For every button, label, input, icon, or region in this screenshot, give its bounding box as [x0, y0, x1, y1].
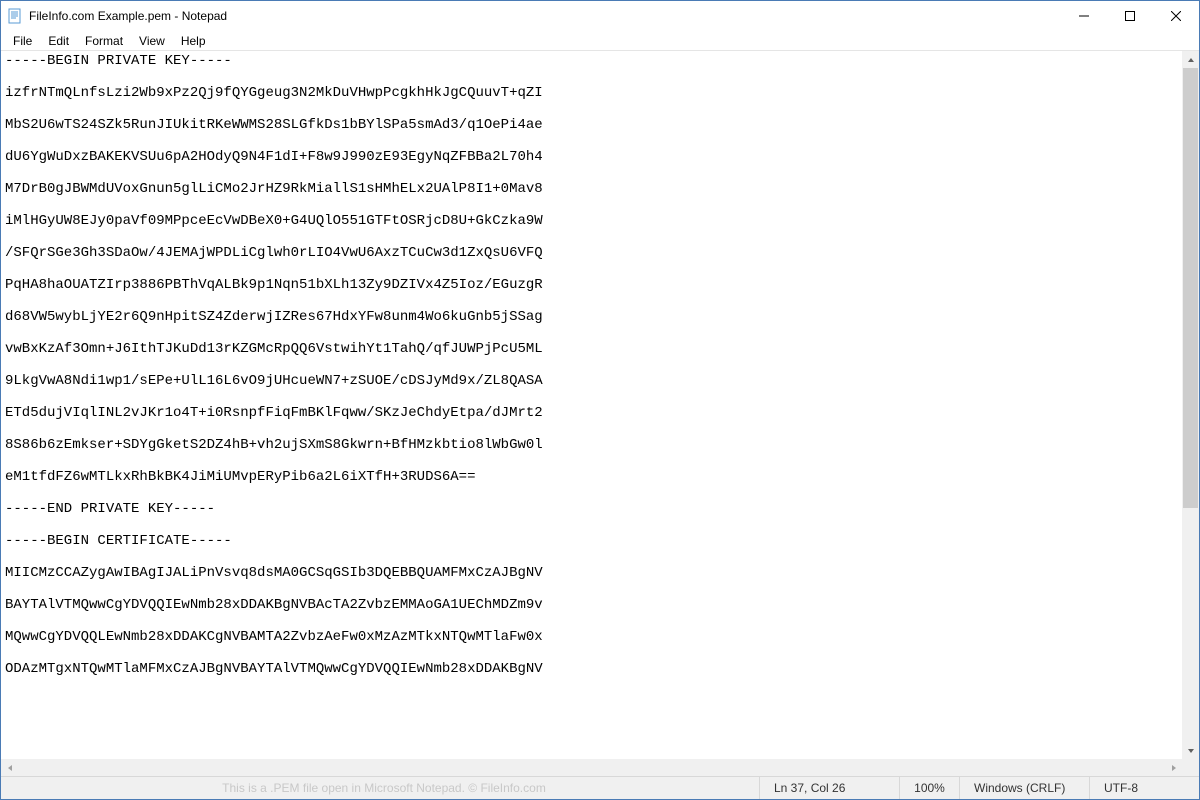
- statusbar: This is a .PEM file open in Microsoft No…: [1, 776, 1199, 799]
- editor-area: -----BEGIN PRIVATE KEY----- izfrNTmQLnfs…: [1, 51, 1199, 776]
- menu-file[interactable]: File: [5, 32, 40, 50]
- vertical-scrollbar[interactable]: [1182, 51, 1199, 759]
- close-button[interactable]: [1153, 1, 1199, 31]
- status-position: Ln 37, Col 26: [759, 777, 899, 799]
- minimize-button[interactable]: [1061, 1, 1107, 31]
- notepad-app-icon: [7, 8, 23, 24]
- scroll-right-icon[interactable]: [1165, 764, 1182, 772]
- text-editor[interactable]: -----BEGIN PRIVATE KEY----- izfrNTmQLnfs…: [1, 51, 1182, 759]
- menubar: File Edit Format View Help: [1, 31, 1199, 51]
- status-zoom: 100%: [899, 777, 959, 799]
- menu-format[interactable]: Format: [77, 32, 131, 50]
- window-title: FileInfo.com Example.pem - Notepad: [29, 9, 227, 23]
- status-line-ending: Windows (CRLF): [959, 777, 1089, 799]
- vertical-scroll-track[interactable]: [1182, 68, 1199, 742]
- horizontal-scrollbar[interactable]: [1, 759, 1182, 776]
- scroll-down-icon[interactable]: [1182, 742, 1199, 759]
- notepad-window: FileInfo.com Example.pem - Notepad File …: [0, 0, 1200, 800]
- status-watermark: This is a .PEM file open in Microsoft No…: [1, 781, 759, 795]
- vertical-scroll-thumb[interactable]: [1183, 68, 1198, 508]
- titlebar: FileInfo.com Example.pem - Notepad: [1, 1, 1199, 31]
- menu-edit[interactable]: Edit: [40, 32, 77, 50]
- window-controls: [1061, 1, 1199, 31]
- menu-view[interactable]: View: [131, 32, 173, 50]
- menu-help[interactable]: Help: [173, 32, 214, 50]
- scroll-corner: [1182, 759, 1199, 776]
- maximize-button[interactable]: [1107, 1, 1153, 31]
- scroll-up-icon[interactable]: [1182, 51, 1199, 68]
- status-encoding: UTF-8: [1089, 777, 1199, 799]
- scroll-left-icon[interactable]: [1, 764, 18, 772]
